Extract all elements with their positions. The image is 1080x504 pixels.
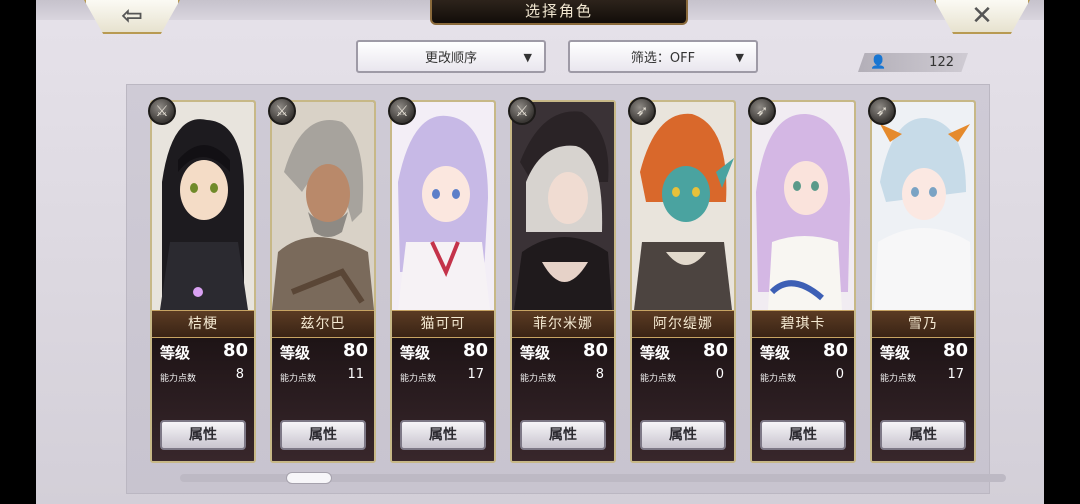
close-icon: ✕ bbox=[971, 1, 993, 31]
character-stats: 等级 80 能力点数 0 属性 bbox=[632, 338, 734, 461]
character-card[interactable]: 兹尔巴 等级 80 能力点数 11 属性 bbox=[270, 100, 376, 463]
level-value: 80 bbox=[222, 340, 248, 361]
sword-icon: ⚔ bbox=[268, 97, 296, 125]
bow-icon: ➶ bbox=[628, 97, 656, 125]
attributes-button[interactable]: 属性 bbox=[640, 420, 726, 450]
ability-points-label: 能力点数 bbox=[520, 374, 557, 384]
attributes-button[interactable]: 属性 bbox=[400, 420, 486, 450]
page-title: 选择角色 bbox=[430, 0, 688, 25]
level-value: 80 bbox=[702, 340, 728, 361]
ability-points-value: 11 bbox=[347, 367, 364, 382]
level-label: 等级 bbox=[760, 344, 791, 362]
character-portrait bbox=[272, 102, 374, 310]
character-name: 雪乃 bbox=[872, 310, 974, 338]
character-name: 碧琪卡 bbox=[752, 310, 854, 338]
attributes-button[interactable]: 属性 bbox=[520, 420, 606, 450]
character-stats: 等级 80 能力点数 8 属性 bbox=[152, 338, 254, 461]
ability-points-value: 8 bbox=[235, 367, 244, 382]
character-name: 猫可可 bbox=[392, 310, 494, 338]
character-portrait bbox=[632, 102, 734, 310]
character-portrait bbox=[512, 102, 614, 310]
bow-icon: ➶ bbox=[868, 97, 896, 125]
character-name: 菲尔米娜 bbox=[512, 310, 614, 338]
ability-points-value: 17 bbox=[947, 367, 964, 382]
attributes-button[interactable]: 属性 bbox=[160, 420, 246, 450]
level-value: 80 bbox=[342, 340, 368, 361]
attributes-button[interactable]: 属性 bbox=[880, 420, 966, 450]
portrait-image bbox=[632, 102, 734, 310]
sort-dropdown[interactable]: 更改顺序 ▼ bbox=[356, 40, 546, 73]
character-card[interactable]: 猫可可 等级 80 能力点数 17 属性 bbox=[390, 100, 496, 463]
character-portrait bbox=[872, 102, 974, 310]
level-label: 等级 bbox=[880, 344, 911, 362]
attributes-button[interactable]: 属性 bbox=[280, 420, 366, 450]
ability-points-value: 17 bbox=[467, 367, 484, 382]
character-card[interactable]: 桔梗 等级 80 能力点数 8 属性 bbox=[150, 100, 256, 463]
character-name: 阿尔缇娜 bbox=[632, 310, 734, 338]
level-label: 等级 bbox=[400, 344, 431, 362]
ability-points-label: 能力点数 bbox=[640, 374, 677, 384]
character-stats: 等级 80 能力点数 17 属性 bbox=[392, 338, 494, 461]
sort-dropdown-label: 更改顺序 bbox=[424, 51, 477, 66]
screen-edge-right bbox=[1044, 0, 1080, 504]
ability-points-label: 能力点数 bbox=[880, 374, 917, 384]
attributes-button[interactable]: 属性 bbox=[760, 420, 846, 450]
portrait-image bbox=[512, 102, 614, 310]
portrait-image bbox=[752, 102, 854, 310]
character-portrait bbox=[392, 102, 494, 310]
character-portrait bbox=[752, 102, 854, 310]
scrollbar-thumb[interactable] bbox=[286, 472, 332, 484]
sword-icon: ⚔ bbox=[388, 97, 416, 125]
sword-icon: ⚔ bbox=[508, 97, 536, 125]
level-label: 等级 bbox=[160, 344, 191, 362]
character-count-badge: 👤 122 bbox=[858, 53, 968, 72]
level-label: 等级 bbox=[280, 344, 311, 362]
filter-dropdown[interactable]: 筛选：OFF ▼ bbox=[568, 40, 758, 73]
arrow-left-icon: ⇦ bbox=[121, 1, 143, 31]
ability-points-label: 能力点数 bbox=[280, 374, 317, 384]
portrait-image bbox=[392, 102, 494, 310]
screen-edge-left bbox=[0, 0, 36, 504]
filter-dropdown-label: 筛选：OFF bbox=[630, 51, 696, 66]
close-button[interactable]: ✕ bbox=[934, 0, 1030, 34]
chevron-down-icon: ▼ bbox=[735, 51, 744, 64]
level-value: 80 bbox=[942, 340, 968, 361]
portrait-image bbox=[152, 102, 254, 310]
character-card[interactable]: 碧琪卡 等级 80 能力点数 0 属性 bbox=[750, 100, 856, 463]
character-count: 122 bbox=[929, 55, 954, 70]
character-select-screen: ⇦ 选择角色 ✕ 更改顺序 ▼ 筛选：OFF ▼ 👤 122 桔梗 等级 80 … bbox=[36, 0, 1044, 504]
sword-icon: ⚔ bbox=[148, 97, 176, 125]
character-name: 兹尔巴 bbox=[272, 310, 374, 338]
ability-points-value: 0 bbox=[835, 367, 844, 382]
character-stats: 等级 80 能力点数 8 属性 bbox=[512, 338, 614, 461]
level-label: 等级 bbox=[640, 344, 671, 362]
ability-points-label: 能力点数 bbox=[760, 374, 797, 384]
level-value: 80 bbox=[582, 340, 608, 361]
level-value: 80 bbox=[822, 340, 848, 361]
ability-points-value: 8 bbox=[595, 367, 604, 382]
character-portrait bbox=[152, 102, 254, 310]
person-icon: 👤 bbox=[870, 55, 887, 70]
character-card[interactable]: 雪乃 等级 80 能力点数 17 属性 bbox=[870, 100, 976, 463]
back-button[interactable]: ⇦ bbox=[84, 0, 180, 34]
character-card[interactable]: 菲尔米娜 等级 80 能力点数 8 属性 bbox=[510, 100, 616, 463]
portrait-image bbox=[872, 102, 974, 310]
level-value: 80 bbox=[462, 340, 488, 361]
character-name: 桔梗 bbox=[152, 310, 254, 338]
ability-points-label: 能力点数 bbox=[400, 374, 437, 384]
character-card[interactable]: 阿尔缇娜 等级 80 能力点数 0 属性 bbox=[630, 100, 736, 463]
bow-icon: ➶ bbox=[748, 97, 776, 125]
portrait-image bbox=[272, 102, 374, 310]
character-stats: 等级 80 能力点数 11 属性 bbox=[272, 338, 374, 461]
level-label: 等级 bbox=[520, 344, 551, 362]
ability-points-value: 0 bbox=[715, 367, 724, 382]
chevron-down-icon: ▼ bbox=[523, 51, 532, 64]
character-stats: 等级 80 能力点数 17 属性 bbox=[872, 338, 974, 461]
ability-points-label: 能力点数 bbox=[160, 374, 197, 384]
character-stats: 等级 80 能力点数 0 属性 bbox=[752, 338, 854, 461]
